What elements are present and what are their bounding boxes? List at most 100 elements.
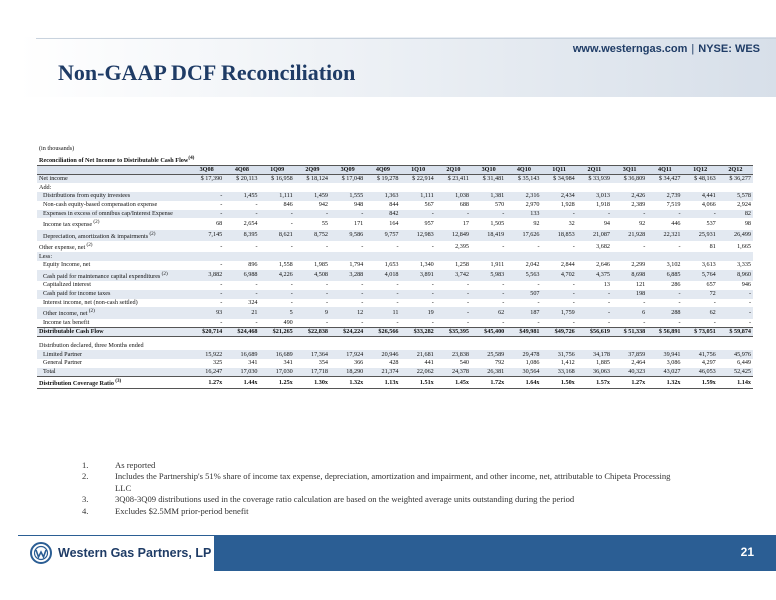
- caption-row: Reconciliation of Net Income to Distribu…: [37, 154, 753, 166]
- table-cell: -: [572, 242, 575, 250]
- table-cell: 1,086: [525, 359, 540, 367]
- table-cell: 3,682: [596, 242, 610, 250]
- column-header: 1Q12: [682, 165, 718, 176]
- table-cell: 6,885: [647, 269, 683, 282]
- table-cell: -: [748, 318, 751, 326]
- table-cell: [612, 342, 647, 351]
- row-label: Less:: [37, 252, 189, 262]
- table-cell: 46,053: [682, 367, 718, 377]
- table-cell: 6,988: [224, 269, 260, 282]
- table-cell: 26,381: [471, 367, 507, 377]
- table-cell: 1,363: [365, 192, 401, 201]
- table-cell: [506, 183, 541, 192]
- table-cell: -: [647, 289, 683, 299]
- table-cell: $33,282: [400, 326, 436, 338]
- table-cell: -: [290, 281, 293, 289]
- table-cell: $ 31,481: [471, 174, 507, 184]
- table-cell: 8,752: [294, 229, 330, 241]
- table-cell: [224, 252, 260, 262]
- row-label: Distribution Coverage Ratio (3): [37, 375, 189, 390]
- site-url[interactable]: www.westerngas.com: [573, 43, 688, 55]
- table-cell: [189, 183, 224, 192]
- table-cell: 21,928: [612, 229, 648, 241]
- table-row: Net income $ 17,390 $ 20,113 $ 16,958 $ 18,1…: [37, 174, 753, 184]
- column-header: 4Q08: [224, 165, 260, 176]
- table-cell: $24,468: [224, 326, 260, 338]
- table-cell: -: [678, 298, 681, 306]
- row-footnote: (2): [87, 308, 95, 315]
- table-cell: -: [748, 298, 751, 306]
- table-cell: -: [537, 318, 540, 326]
- row-label: Limited Partner: [37, 350, 189, 359]
- table-cell: 1.13x: [365, 375, 401, 390]
- row-label: Income tax benefit: [43, 318, 90, 326]
- table-cell: [260, 183, 295, 192]
- table-cell: 844: [389, 201, 399, 209]
- row-label: Distributions from equity investees: [37, 192, 189, 201]
- footnotes: 1. As reported 2. Includes the Partnership'…: [82, 460, 675, 517]
- table-cell: 36,063: [576, 367, 612, 377]
- table-cell: 1.72x: [471, 375, 507, 390]
- table-cell: -: [607, 318, 610, 326]
- table-cell: -: [189, 209, 225, 219]
- table-cell: 17,030: [259, 367, 295, 377]
- table-cell: -: [431, 298, 434, 306]
- table-cell: 12,983: [400, 229, 436, 241]
- table-cell: 2,654: [243, 220, 258, 227]
- row-label: General Partner: [43, 359, 82, 367]
- table-cell: $49,981: [506, 326, 542, 338]
- table-cell: 16,689: [259, 350, 295, 359]
- table-cell: -: [431, 242, 434, 250]
- footnote-text: Includes the Partnership's 51% share of …: [115, 471, 671, 493]
- table-cell: 1,653: [384, 261, 399, 269]
- table-cell: -: [396, 318, 399, 326]
- table-cell: 1,505: [490, 220, 505, 227]
- table-cell: 21,681: [400, 350, 436, 359]
- table-cell: $21,265: [259, 326, 295, 338]
- footnote-number: 3.: [82, 494, 89, 505]
- row-label: Depreciation, amortization & impairments…: [37, 229, 189, 241]
- table-cell: 3,742: [435, 269, 471, 282]
- table-cell: 17: [462, 220, 469, 227]
- table-cell: 29,478: [506, 350, 542, 359]
- table-cell: 8,698: [612, 269, 648, 282]
- row-footnote: (2): [148, 230, 156, 237]
- table-cell: 1.27x: [189, 375, 225, 390]
- table-cell: 2,844: [560, 261, 575, 269]
- table-cell: 540: [459, 359, 469, 367]
- table-cell: 3,613: [701, 261, 716, 269]
- table-cell: 26,499: [717, 229, 753, 241]
- row-label: Other income, net (2): [37, 307, 189, 319]
- column-header: 3Q09: [330, 165, 366, 176]
- table-row: Cash paid for maintenance capital expend…: [37, 269, 753, 282]
- table-cell: [612, 183, 647, 192]
- footnote-number: 1.: [82, 460, 89, 470]
- table-cell: 37,859: [612, 350, 648, 359]
- table-cell: 33,168: [541, 367, 577, 377]
- table-cell: 93: [189, 307, 225, 319]
- table-cell: -: [224, 209, 260, 219]
- column-header: 2Q10: [435, 165, 471, 176]
- table-cell: [506, 342, 541, 351]
- table-cell: $ 36,277: [717, 174, 753, 184]
- footnote-item: 4. Excludes $2.5MM prior-period benefit: [82, 506, 675, 517]
- table-cell: 62: [682, 307, 718, 319]
- table-cell: 9,757: [365, 229, 401, 241]
- table-cell: 2,970: [525, 201, 540, 209]
- table-cell: $26,566: [365, 326, 401, 338]
- table-cell: 39,941: [647, 350, 683, 359]
- table-cell: [576, 252, 612, 262]
- table-cell: 1.64x: [506, 375, 542, 390]
- column-header: 4Q09: [365, 165, 401, 176]
- table-cell: 15,922: [189, 350, 225, 359]
- table-cell: 40,323: [612, 367, 648, 377]
- table-cell: 1.59x: [682, 375, 718, 390]
- table-cell: $ 23,411: [435, 174, 471, 184]
- table-cell: $ 35,143: [506, 174, 542, 184]
- table-cell: -: [396, 298, 399, 306]
- dcf-table: (in thousands) Reconciliation of Net Inco…: [37, 145, 753, 390]
- table-cell: -: [400, 289, 436, 299]
- table-cell: 18,290: [330, 367, 366, 377]
- site-info: www.westerngas.com | NYSE: WES: [572, 43, 760, 55]
- units-label: (in thousands): [39, 145, 75, 153]
